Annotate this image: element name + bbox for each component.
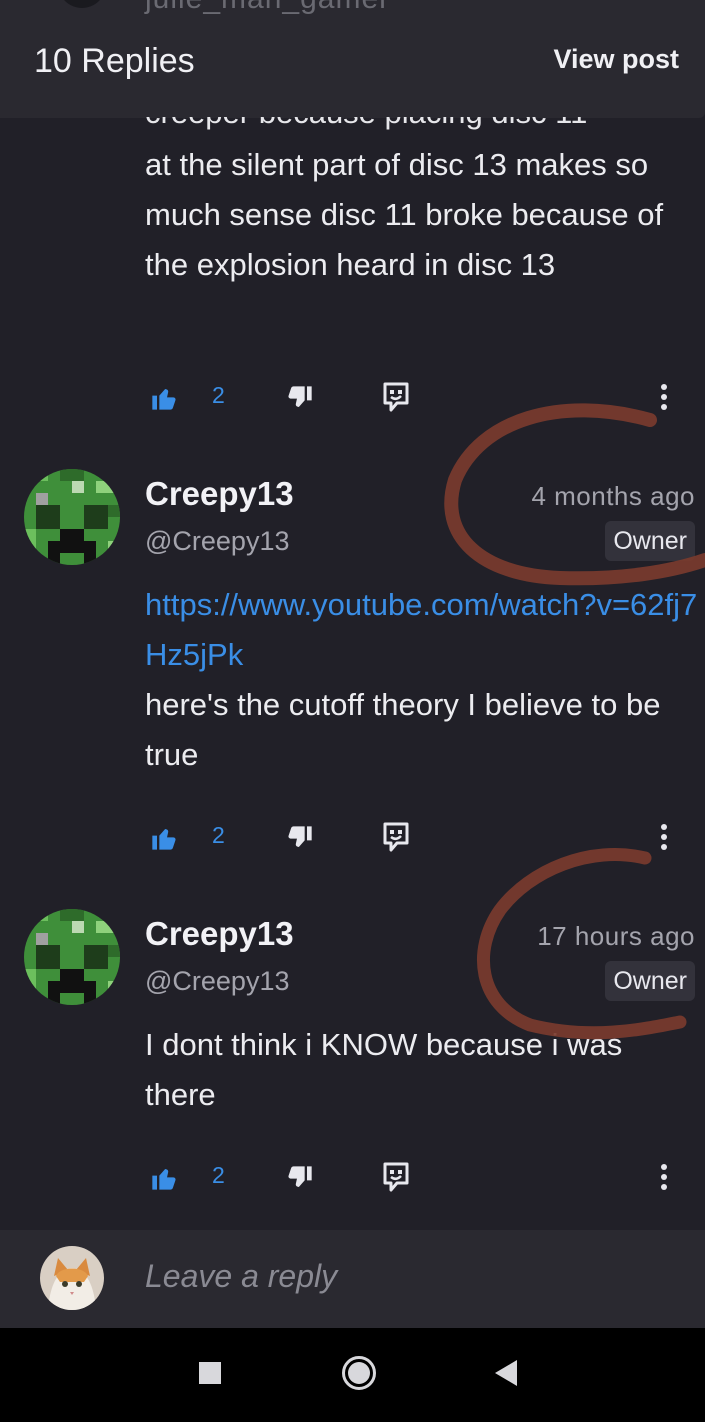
reply-icon[interactable]	[380, 820, 412, 854]
comment-actions: 2	[150, 1160, 690, 1200]
thumbs-down-icon[interactable]	[286, 824, 314, 852]
comment-author[interactable]: Creepy13	[145, 915, 294, 953]
like-count: 2	[212, 1162, 225, 1188]
comment-text: I dont think i KNOW because i was there	[145, 1027, 623, 1112]
like-count: 2	[212, 822, 225, 848]
like-count: 2	[212, 382, 225, 408]
view-post-button[interactable]: View post	[553, 44, 679, 75]
hidden-avatar	[58, 0, 106, 8]
more-vertical-icon[interactable]	[654, 822, 674, 852]
more-vertical-icon[interactable]	[654, 1162, 674, 1192]
owner-badge: Owner	[605, 521, 695, 561]
comment-author[interactable]: Creepy13	[145, 475, 294, 513]
comment-handle: @Creepy13	[145, 526, 290, 556]
comment-handle: @Creepy13	[145, 966, 290, 996]
more-vertical-icon[interactable]	[654, 382, 674, 412]
circle-nav-icon[interactable]	[341, 1355, 377, 1391]
comment-actions: 2	[150, 380, 690, 420]
avatar[interactable]	[24, 909, 120, 1005]
reply-input-bar[interactable]: Leave a reply	[0, 1230, 705, 1328]
comment-timestamp: 4 months ago	[531, 481, 695, 511]
thumbs-up-icon[interactable]	[150, 1164, 178, 1192]
hidden-author-text: julie_man_gamer	[145, 0, 390, 16]
reply-input[interactable]: Leave a reply	[145, 1258, 337, 1295]
square-nav-icon[interactable]	[199, 1362, 221, 1384]
system-navigation-bar	[0, 1328, 705, 1422]
reply-icon[interactable]	[380, 1160, 412, 1194]
thumbs-down-icon[interactable]	[286, 1164, 314, 1192]
thumbs-down-icon[interactable]	[286, 384, 314, 412]
current-user-avatar	[40, 1246, 104, 1310]
owner-badge: Owner	[605, 961, 695, 1001]
thumbs-up-icon[interactable]	[150, 824, 178, 852]
comment-text: at the silent part of disc 13 makes so m…	[145, 147, 664, 282]
comment-text: here's the cutoff theory I believe to be…	[145, 687, 661, 772]
thumbs-up-icon[interactable]	[150, 384, 178, 412]
comment-actions: 2	[150, 820, 690, 860]
replies-header: julie_man_gamer 10 Replies View post	[0, 0, 705, 118]
comment-body: https://www.youtube.com/watch?v=62fj7Hz5…	[145, 580, 700, 780]
comment-timestamp: 17 hours ago	[537, 921, 695, 951]
reply-icon[interactable]	[380, 380, 412, 414]
avatar[interactable]	[24, 469, 120, 565]
back-triangle-icon[interactable]	[495, 1360, 517, 1386]
comment-link[interactable]: https://www.youtube.com/watch?v=62fj7Hz5…	[145, 580, 700, 680]
replies-count-title: 10 Replies	[34, 42, 195, 80]
